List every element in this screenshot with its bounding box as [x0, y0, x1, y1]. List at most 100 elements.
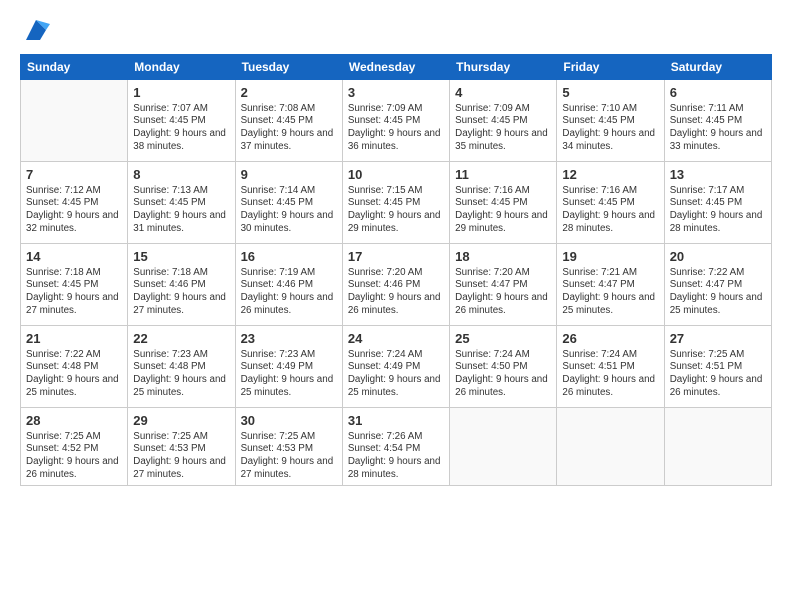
calendar-cell: 25Sunrise: 7:24 AMSunset: 4:50 PMDayligh…	[450, 326, 557, 408]
day-number: 8	[133, 166, 229, 184]
calendar-cell	[557, 408, 664, 486]
weekday-header-monday: Monday	[128, 55, 235, 80]
day-number: 12	[562, 166, 658, 184]
calendar-cell	[21, 80, 128, 162]
calendar-cell: 30Sunrise: 7:25 AMSunset: 4:53 PMDayligh…	[235, 408, 342, 486]
day-number: 2	[241, 84, 337, 102]
day-number: 30	[241, 412, 337, 430]
calendar-week-5: 28Sunrise: 7:25 AMSunset: 4:52 PMDayligh…	[21, 408, 772, 486]
cell-info: Sunrise: 7:23 AMSunset: 4:49 PMDaylight:…	[241, 349, 337, 400]
calendar-cell: 13Sunrise: 7:17 AMSunset: 4:45 PMDayligh…	[664, 162, 771, 244]
calendar-cell: 26Sunrise: 7:24 AMSunset: 4:51 PMDayligh…	[557, 326, 664, 408]
day-number: 16	[241, 248, 337, 266]
day-number: 19	[562, 248, 658, 266]
cell-info: Sunrise: 7:25 AMSunset: 4:53 PMDaylight:…	[133, 431, 229, 482]
cell-info: Sunrise: 7:10 AMSunset: 4:45 PMDaylight:…	[562, 103, 658, 154]
cell-info: Sunrise: 7:24 AMSunset: 4:50 PMDaylight:…	[455, 349, 551, 400]
day-number: 28	[26, 412, 122, 430]
day-number: 31	[348, 412, 444, 430]
cell-info: Sunrise: 7:12 AMSunset: 4:45 PMDaylight:…	[26, 185, 122, 236]
calendar-cell: 8Sunrise: 7:13 AMSunset: 4:45 PMDaylight…	[128, 162, 235, 244]
calendar-cell: 17Sunrise: 7:20 AMSunset: 4:46 PMDayligh…	[342, 244, 449, 326]
calendar-cell	[450, 408, 557, 486]
calendar-cell: 9Sunrise: 7:14 AMSunset: 4:45 PMDaylight…	[235, 162, 342, 244]
cell-info: Sunrise: 7:20 AMSunset: 4:46 PMDaylight:…	[348, 267, 444, 318]
calendar-cell: 15Sunrise: 7:18 AMSunset: 4:46 PMDayligh…	[128, 244, 235, 326]
calendar-cell: 18Sunrise: 7:20 AMSunset: 4:47 PMDayligh…	[450, 244, 557, 326]
cell-info: Sunrise: 7:22 AMSunset: 4:47 PMDaylight:…	[670, 267, 766, 318]
cell-info: Sunrise: 7:11 AMSunset: 4:45 PMDaylight:…	[670, 103, 766, 154]
day-number: 1	[133, 84, 229, 102]
day-number: 11	[455, 166, 551, 184]
day-number: 17	[348, 248, 444, 266]
cell-info: Sunrise: 7:13 AMSunset: 4:45 PMDaylight:…	[133, 185, 229, 236]
logo-text	[20, 16, 50, 44]
header	[20, 16, 772, 44]
cell-info: Sunrise: 7:09 AMSunset: 4:45 PMDaylight:…	[348, 103, 444, 154]
cell-info: Sunrise: 7:08 AMSunset: 4:45 PMDaylight:…	[241, 103, 337, 154]
calendar-cell: 5Sunrise: 7:10 AMSunset: 4:45 PMDaylight…	[557, 80, 664, 162]
cell-info: Sunrise: 7:25 AMSunset: 4:52 PMDaylight:…	[26, 431, 122, 482]
weekday-header-friday: Friday	[557, 55, 664, 80]
day-number: 4	[455, 84, 551, 102]
day-number: 22	[133, 330, 229, 348]
weekday-header-thursday: Thursday	[450, 55, 557, 80]
cell-info: Sunrise: 7:18 AMSunset: 4:45 PMDaylight:…	[26, 267, 122, 318]
day-number: 23	[241, 330, 337, 348]
calendar-cell: 14Sunrise: 7:18 AMSunset: 4:45 PMDayligh…	[21, 244, 128, 326]
calendar-cell: 19Sunrise: 7:21 AMSunset: 4:47 PMDayligh…	[557, 244, 664, 326]
cell-info: Sunrise: 7:07 AMSunset: 4:45 PMDaylight:…	[133, 103, 229, 154]
calendar-cell: 31Sunrise: 7:26 AMSunset: 4:54 PMDayligh…	[342, 408, 449, 486]
weekday-header-row: SundayMondayTuesdayWednesdayThursdayFrid…	[21, 55, 772, 80]
day-number: 21	[26, 330, 122, 348]
cell-info: Sunrise: 7:24 AMSunset: 4:49 PMDaylight:…	[348, 349, 444, 400]
cell-info: Sunrise: 7:17 AMSunset: 4:45 PMDaylight:…	[670, 185, 766, 236]
day-number: 18	[455, 248, 551, 266]
day-number: 25	[455, 330, 551, 348]
weekday-header-saturday: Saturday	[664, 55, 771, 80]
day-number: 24	[348, 330, 444, 348]
calendar-cell: 6Sunrise: 7:11 AMSunset: 4:45 PMDaylight…	[664, 80, 771, 162]
day-number: 13	[670, 166, 766, 184]
logo-icon	[22, 16, 50, 44]
calendar-cell: 22Sunrise: 7:23 AMSunset: 4:48 PMDayligh…	[128, 326, 235, 408]
calendar-cell: 21Sunrise: 7:22 AMSunset: 4:48 PMDayligh…	[21, 326, 128, 408]
calendar-cell: 28Sunrise: 7:25 AMSunset: 4:52 PMDayligh…	[21, 408, 128, 486]
day-number: 10	[348, 166, 444, 184]
cell-info: Sunrise: 7:16 AMSunset: 4:45 PMDaylight:…	[562, 185, 658, 236]
calendar-cell: 24Sunrise: 7:24 AMSunset: 4:49 PMDayligh…	[342, 326, 449, 408]
day-number: 27	[670, 330, 766, 348]
cell-info: Sunrise: 7:21 AMSunset: 4:47 PMDaylight:…	[562, 267, 658, 318]
weekday-header-wednesday: Wednesday	[342, 55, 449, 80]
cell-info: Sunrise: 7:15 AMSunset: 4:45 PMDaylight:…	[348, 185, 444, 236]
calendar-table: SundayMondayTuesdayWednesdayThursdayFrid…	[20, 54, 772, 486]
calendar-cell: 2Sunrise: 7:08 AMSunset: 4:45 PMDaylight…	[235, 80, 342, 162]
calendar-cell: 7Sunrise: 7:12 AMSunset: 4:45 PMDaylight…	[21, 162, 128, 244]
day-number: 9	[241, 166, 337, 184]
day-number: 14	[26, 248, 122, 266]
cell-info: Sunrise: 7:19 AMSunset: 4:46 PMDaylight:…	[241, 267, 337, 318]
day-number: 3	[348, 84, 444, 102]
calendar-cell: 12Sunrise: 7:16 AMSunset: 4:45 PMDayligh…	[557, 162, 664, 244]
calendar-cell: 3Sunrise: 7:09 AMSunset: 4:45 PMDaylight…	[342, 80, 449, 162]
calendar-week-2: 7Sunrise: 7:12 AMSunset: 4:45 PMDaylight…	[21, 162, 772, 244]
day-number: 29	[133, 412, 229, 430]
cell-info: Sunrise: 7:23 AMSunset: 4:48 PMDaylight:…	[133, 349, 229, 400]
calendar-cell: 10Sunrise: 7:15 AMSunset: 4:45 PMDayligh…	[342, 162, 449, 244]
cell-info: Sunrise: 7:25 AMSunset: 4:53 PMDaylight:…	[241, 431, 337, 482]
day-number: 15	[133, 248, 229, 266]
cell-info: Sunrise: 7:09 AMSunset: 4:45 PMDaylight:…	[455, 103, 551, 154]
day-number: 5	[562, 84, 658, 102]
cell-info: Sunrise: 7:26 AMSunset: 4:54 PMDaylight:…	[348, 431, 444, 482]
day-number: 20	[670, 248, 766, 266]
day-number: 26	[562, 330, 658, 348]
day-number: 7	[26, 166, 122, 184]
calendar-cell: 1Sunrise: 7:07 AMSunset: 4:45 PMDaylight…	[128, 80, 235, 162]
calendar-week-1: 1Sunrise: 7:07 AMSunset: 4:45 PMDaylight…	[21, 80, 772, 162]
cell-info: Sunrise: 7:20 AMSunset: 4:47 PMDaylight:…	[455, 267, 551, 318]
calendar-cell: 29Sunrise: 7:25 AMSunset: 4:53 PMDayligh…	[128, 408, 235, 486]
calendar-cell: 11Sunrise: 7:16 AMSunset: 4:45 PMDayligh…	[450, 162, 557, 244]
weekday-header-sunday: Sunday	[21, 55, 128, 80]
day-number: 6	[670, 84, 766, 102]
cell-info: Sunrise: 7:18 AMSunset: 4:46 PMDaylight:…	[133, 267, 229, 318]
